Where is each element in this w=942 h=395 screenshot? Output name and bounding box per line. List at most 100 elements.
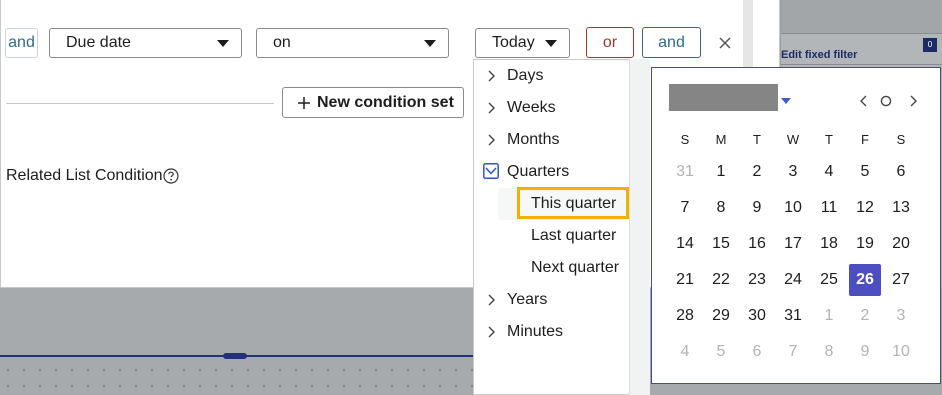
chevron-right-icon xyxy=(488,70,495,82)
calendar-day[interactable]: 8 xyxy=(813,336,845,368)
calendar-day[interactable]: 25 xyxy=(813,264,845,296)
calendar-day[interactable]: 7 xyxy=(669,192,701,224)
chevron-right-icon xyxy=(488,102,495,114)
chevron-right-icon[interactable] xyxy=(907,94,919,108)
menu-item-years[interactable]: Years xyxy=(474,284,630,316)
submenu-item-label: Last quarter xyxy=(531,227,617,244)
caret-down-icon[interactable] xyxy=(781,98,791,104)
menu-item-months[interactable]: Months xyxy=(474,124,630,156)
and-button[interactable]: and xyxy=(642,27,701,58)
today-circle-icon[interactable] xyxy=(880,94,892,108)
submenu-item-last-quarter[interactable]: Last quarter xyxy=(498,220,628,252)
calendar-day[interactable]: 31 xyxy=(669,156,701,188)
calendar-day[interactable]: 6 xyxy=(741,336,773,368)
operator-select[interactable]: on xyxy=(256,28,449,58)
related-list-condition-label: Related List Condition xyxy=(6,167,163,184)
weekday-header: F xyxy=(861,132,869,147)
calendar-day[interactable]: 2 xyxy=(849,300,881,332)
calendar-day[interactable]: 4 xyxy=(813,156,845,188)
section-divider xyxy=(6,103,274,104)
or-button[interactable]: or xyxy=(586,27,634,58)
calendar-day[interactable]: 1 xyxy=(813,300,845,332)
background-badge: 0 xyxy=(923,38,937,52)
background-header xyxy=(781,0,942,34)
calendar-day[interactable]: 23 xyxy=(741,264,773,296)
close-icon[interactable] xyxy=(717,35,733,51)
calendar-day[interactable]: 15 xyxy=(705,228,737,260)
weekday-header: T xyxy=(825,132,833,147)
background-divider xyxy=(781,64,942,65)
calendar-day[interactable]: 11 xyxy=(813,192,845,224)
calendar-day[interactable]: 24 xyxy=(777,264,809,296)
new-condition-set-label: New condition set xyxy=(317,94,454,111)
calendar-day[interactable]: 21 xyxy=(669,264,701,296)
menu-item-minutes[interactable]: Minutes xyxy=(474,316,630,348)
new-condition-set-button[interactable]: New condition set xyxy=(282,87,464,118)
calendar-day[interactable]: 10 xyxy=(885,336,917,368)
calendar-day[interactable]: 29 xyxy=(705,300,737,332)
field-select[interactable]: Due date xyxy=(49,28,242,58)
calendar-day[interactable]: 13 xyxy=(885,192,917,224)
menu-item-label: Years xyxy=(507,291,548,308)
chevron-left-icon[interactable] xyxy=(858,94,870,108)
field-select-value: Due date xyxy=(66,34,131,51)
caret-down-icon xyxy=(217,40,229,47)
menu-item-label: Months xyxy=(507,131,560,148)
calendar-day[interactable]: 16 xyxy=(741,228,773,260)
timeline-handle xyxy=(223,353,247,359)
calendar-day[interactable]: 19 xyxy=(849,228,881,260)
dotted-grid xyxy=(0,362,474,392)
weekday-header: W xyxy=(786,132,800,147)
edit-fixed-filter-label: Edit fixed filter xyxy=(781,49,858,61)
calendar-day[interactable]: 9 xyxy=(849,336,881,368)
calendar-day[interactable]: 28 xyxy=(669,300,701,332)
operator-select-value: on xyxy=(273,34,291,51)
focus-outline xyxy=(517,187,629,219)
help-icon[interactable] xyxy=(163,168,179,184)
menu-item-days[interactable]: Days xyxy=(474,60,630,92)
calendar-day[interactable]: 6 xyxy=(885,156,917,188)
chevron-right-icon xyxy=(488,326,495,338)
submenu-item-label: Next quarter xyxy=(531,259,620,276)
connector-and-label: and xyxy=(5,28,38,58)
weekday-header: M xyxy=(715,132,727,147)
calendar-day[interactable]: 3 xyxy=(777,156,809,188)
calendar-day[interactable]: 27 xyxy=(885,264,917,296)
calendar-day[interactable]: 12 xyxy=(849,192,881,224)
calendar-day[interactable]: 5 xyxy=(705,336,737,368)
caret-down-icon xyxy=(424,40,436,47)
calendar-day[interactable]: 4 xyxy=(669,336,701,368)
menu-item-label: Days xyxy=(507,67,544,84)
calendar-day[interactable]: 5 xyxy=(849,156,881,188)
date-picker-calendar: S M T W T F S 31 1 2 3 4 5 6 7 8 9 10 11 12 13 14 15 16 17 18 19 20… xyxy=(651,67,941,384)
calendar-day[interactable]: 7 xyxy=(777,336,809,368)
menu-item-weeks[interactable]: Weeks xyxy=(474,92,630,124)
submenu-item-next-quarter[interactable]: Next quarter xyxy=(498,252,628,284)
date-value-select[interactable]: Today xyxy=(475,28,570,58)
relative-date-menu: Days Weeks Months Quarters This quarter … xyxy=(473,59,629,395)
menu-item-label: Minutes xyxy=(507,323,564,340)
calendar-day[interactable]: 26 xyxy=(849,264,881,296)
calendar-day[interactable]: 17 xyxy=(777,228,809,260)
calendar-day[interactable]: 18 xyxy=(813,228,845,260)
calendar-day[interactable]: 3 xyxy=(885,300,917,332)
menu-item-label: Weeks xyxy=(507,99,556,116)
calendar-day[interactable]: 22 xyxy=(705,264,737,296)
calendar-day[interactable]: 14 xyxy=(669,228,701,260)
calendar-day[interactable]: 10 xyxy=(777,192,809,224)
month-year-select[interactable] xyxy=(669,84,778,111)
weekday-header: S xyxy=(680,132,690,147)
calendar-day[interactable]: 30 xyxy=(741,300,773,332)
caret-down-icon xyxy=(545,40,557,47)
calendar-day[interactable]: 2 xyxy=(741,156,773,188)
weekday-header: S xyxy=(896,132,906,147)
menu-item-quarters[interactable]: Quarters xyxy=(474,156,630,188)
chevron-right-icon xyxy=(488,294,495,306)
check-icon xyxy=(483,163,499,179)
date-value-select-value: Today xyxy=(492,34,535,51)
calendar-day[interactable]: 31 xyxy=(777,300,809,332)
calendar-day[interactable]: 8 xyxy=(705,192,737,224)
calendar-day[interactable]: 1 xyxy=(705,156,737,188)
calendar-day[interactable]: 9 xyxy=(741,192,773,224)
calendar-day[interactable]: 20 xyxy=(885,228,917,260)
